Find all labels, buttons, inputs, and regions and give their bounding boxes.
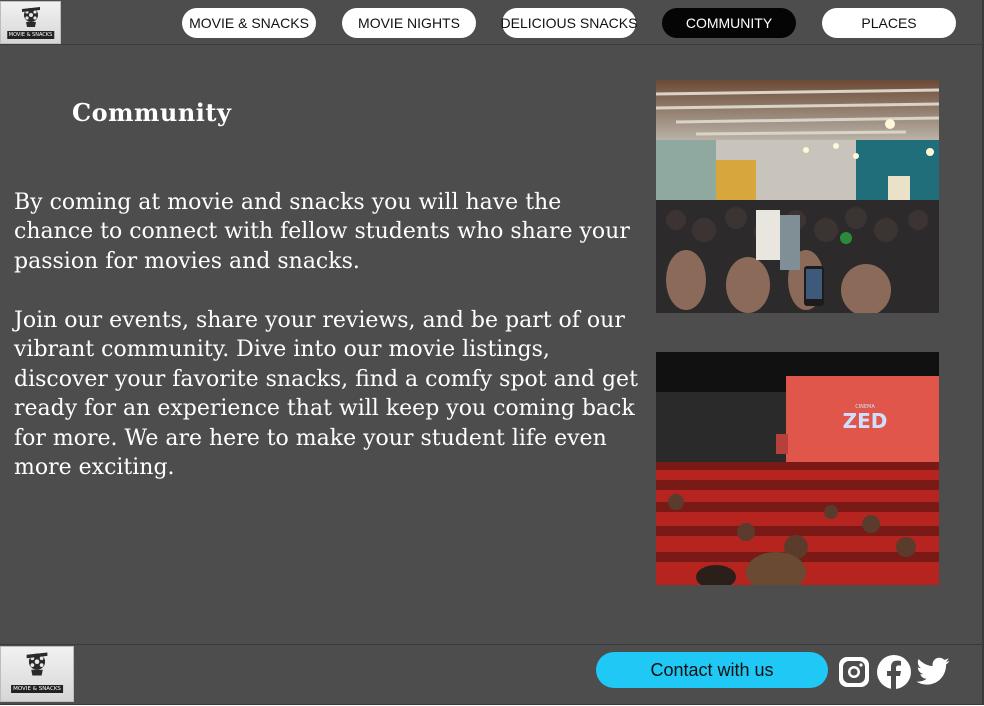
nav-movie-and-snacks[interactable]: MOVIE & SNACKS [182,8,316,38]
logo-text: MOVIE & SNACKS [6,31,55,39]
nav-movie-nights[interactable]: MOVIE NIGHTS [342,8,476,38]
nav-community[interactable]: COMMUNITY [662,8,796,38]
screen-text: ZED [843,409,888,433]
twitter-icon[interactable] [915,654,951,690]
film-reel-icon [21,7,40,27]
intro-paragraph: By coming at movie and snacks you will h… [14,190,630,274]
community-gathering-photo [656,80,939,313]
footer-brand-logo[interactable]: MOVIE & SNACKS [0,646,74,702]
contact-button[interactable]: Contact with us [596,652,828,688]
cinema-hall-photo: CINEMA ZED [656,352,939,585]
footer-bar [0,644,982,704]
film-reel-icon [26,652,48,676]
brand-logo[interactable]: MOVIE & SNACKS [0,1,61,44]
instagram-icon[interactable] [836,654,872,690]
community-paragraph: Join our events, share your reviews, and… [14,308,638,481]
top-nav-bar: MOVIE & SNACKS MOVIE & SNACKS MOVIE NIGH… [0,0,982,45]
facebook-icon[interactable] [876,654,912,690]
page-title: Community [72,98,232,127]
nav-places[interactable]: PLACES [822,8,956,38]
nav-delicious-snacks[interactable]: DELICIOUS SNACKS [501,8,637,38]
footer-logo-text: MOVIE & SNACKS [11,685,63,693]
